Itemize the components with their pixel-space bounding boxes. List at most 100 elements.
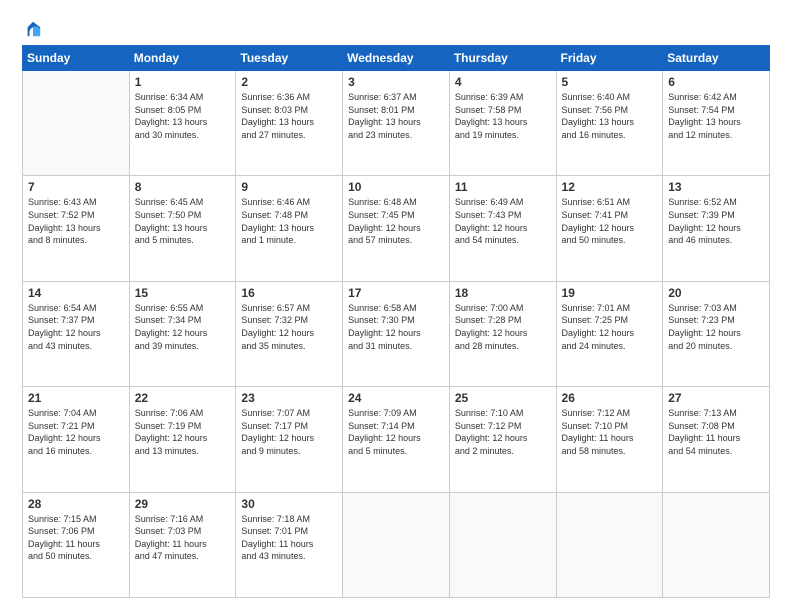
logo [22,18,42,39]
day-number: 30 [241,497,337,511]
day-number: 24 [348,391,444,405]
day-number: 14 [28,286,124,300]
calendar-cell: 22 Sunrise: 7:06 AMSunset: 7:19 PMDayligh… [129,387,236,492]
cell-content: Sunrise: 7:03 AMSunset: 7:23 PMDaylight:… [668,302,764,352]
cell-content: Sunrise: 6:42 AMSunset: 7:54 PMDaylight:… [668,91,764,141]
day-number: 26 [562,391,658,405]
calendar-header-row: SundayMondayTuesdayWednesdayThursdayFrid… [23,46,770,71]
logo-icon [24,20,42,38]
day-number: 27 [668,391,764,405]
logo-text [22,18,42,39]
calendar-cell: 24 Sunrise: 7:09 AMSunset: 7:14 PMDayligh… [343,387,450,492]
cell-content: Sunrise: 6:37 AMSunset: 8:01 PMDaylight:… [348,91,444,141]
calendar-cell [23,71,130,176]
calendar-cell: 9 Sunrise: 6:46 AMSunset: 7:48 PMDaylight… [236,176,343,281]
day-number: 19 [562,286,658,300]
cell-content: Sunrise: 6:51 AMSunset: 7:41 PMDaylight:… [562,196,658,246]
day-number: 4 [455,75,551,89]
calendar-week-row: 14 Sunrise: 6:54 AMSunset: 7:37 PMDayligh… [23,281,770,386]
cell-content: Sunrise: 7:10 AMSunset: 7:12 PMDaylight:… [455,407,551,457]
day-number: 29 [135,497,231,511]
day-number: 16 [241,286,337,300]
day-number: 23 [241,391,337,405]
day-number: 13 [668,180,764,194]
calendar-cell: 29 Sunrise: 7:16 AMSunset: 7:03 PMDayligh… [129,492,236,597]
cell-content: Sunrise: 7:04 AMSunset: 7:21 PMDaylight:… [28,407,124,457]
calendar-cell: 11Sunrise: 6:49 AMSunset: 7:43 PMDayligh… [449,176,556,281]
calendar-cell: 5 Sunrise: 6:40 AMSunset: 7:56 PMDaylight… [556,71,663,176]
calendar-table: SundayMondayTuesdayWednesdayThursdayFrid… [22,45,770,598]
calendar-cell: 7 Sunrise: 6:43 AMSunset: 7:52 PMDaylight… [23,176,130,281]
cell-content: Sunrise: 6:58 AMSunset: 7:30 PMDaylight:… [348,302,444,352]
calendar-week-row: 7 Sunrise: 6:43 AMSunset: 7:52 PMDaylight… [23,176,770,281]
calendar-cell: 28 Sunrise: 7:15 AMSunset: 7:06 PMDayligh… [23,492,130,597]
cell-content: Sunrise: 7:13 AMSunset: 7:08 PMDaylight:… [668,407,764,457]
day-header: Tuesday [236,46,343,71]
day-header: Wednesday [343,46,450,71]
cell-content: Sunrise: 6:34 AMSunset: 8:05 PMDaylight:… [135,91,231,141]
calendar-week-row: 21 Sunrise: 7:04 AMSunset: 7:21 PMDayligh… [23,387,770,492]
calendar-cell: 25 Sunrise: 7:10 AMSunset: 7:12 PMDayligh… [449,387,556,492]
cell-content: Sunrise: 6:48 AMSunset: 7:45 PMDaylight:… [348,196,444,246]
day-number: 6 [668,75,764,89]
calendar-cell: 15 Sunrise: 6:55 AMSunset: 7:34 PMDayligh… [129,281,236,386]
calendar-cell: 6 Sunrise: 6:42 AMSunset: 7:54 PMDaylight… [663,71,770,176]
cell-content: Sunrise: 7:07 AMSunset: 7:17 PMDaylight:… [241,407,337,457]
day-number: 9 [241,180,337,194]
calendar-cell: 12 Sunrise: 6:51 AMSunset: 7:41 PMDayligh… [556,176,663,281]
calendar-cell: 1 Sunrise: 6:34 AMSunset: 8:05 PMDaylight… [129,71,236,176]
calendar-cell: 21 Sunrise: 7:04 AMSunset: 7:21 PMDayligh… [23,387,130,492]
cell-content: Sunrise: 6:57 AMSunset: 7:32 PMDaylight:… [241,302,337,352]
calendar-cell: 8 Sunrise: 6:45 AMSunset: 7:50 PMDaylight… [129,176,236,281]
day-header: Friday [556,46,663,71]
cell-content: Sunrise: 7:09 AMSunset: 7:14 PMDaylight:… [348,407,444,457]
calendar-cell: 26 Sunrise: 7:12 AMSunset: 7:10 PMDayligh… [556,387,663,492]
day-number: 8 [135,180,231,194]
calendar-cell [556,492,663,597]
day-number: 21 [28,391,124,405]
cell-content: Sunrise: 7:00 AMSunset: 7:28 PMDaylight:… [455,302,551,352]
day-header: Sunday [23,46,130,71]
calendar-week-row: 1 Sunrise: 6:34 AMSunset: 8:05 PMDaylight… [23,71,770,176]
cell-content: Sunrise: 7:15 AMSunset: 7:06 PMDaylight:… [28,513,124,563]
calendar-cell: 3Sunrise: 6:37 AMSunset: 8:01 PMDaylight… [343,71,450,176]
calendar-cell [343,492,450,597]
cell-content: Sunrise: 6:55 AMSunset: 7:34 PMDaylight:… [135,302,231,352]
calendar-cell: 18Sunrise: 7:00 AMSunset: 7:28 PMDayligh… [449,281,556,386]
day-header: Thursday [449,46,556,71]
cell-content: Sunrise: 6:46 AMSunset: 7:48 PMDaylight:… [241,196,337,246]
calendar-cell: 27 Sunrise: 7:13 AMSunset: 7:08 PMDayligh… [663,387,770,492]
day-number: 25 [455,391,551,405]
cell-content: Sunrise: 7:12 AMSunset: 7:10 PMDaylight:… [562,407,658,457]
cell-content: Sunrise: 6:43 AMSunset: 7:52 PMDaylight:… [28,196,124,246]
cell-content: Sunrise: 6:54 AMSunset: 7:37 PMDaylight:… [28,302,124,352]
day-number: 10 [348,180,444,194]
cell-content: Sunrise: 6:45 AMSunset: 7:50 PMDaylight:… [135,196,231,246]
cell-content: Sunrise: 6:52 AMSunset: 7:39 PMDaylight:… [668,196,764,246]
calendar-cell: 17Sunrise: 6:58 AMSunset: 7:30 PMDayligh… [343,281,450,386]
cell-content: Sunrise: 6:36 AMSunset: 8:03 PMDaylight:… [241,91,337,141]
day-number: 11 [455,180,551,194]
cell-content: Sunrise: 7:16 AMSunset: 7:03 PMDaylight:… [135,513,231,563]
calendar-cell: 23 Sunrise: 7:07 AMSunset: 7:17 PMDayligh… [236,387,343,492]
cell-content: Sunrise: 6:39 AMSunset: 7:58 PMDaylight:… [455,91,551,141]
day-number: 12 [562,180,658,194]
day-number: 22 [135,391,231,405]
page: SundayMondayTuesdayWednesdayThursdayFrid… [0,0,792,612]
day-number: 7 [28,180,124,194]
calendar-cell: 16 Sunrise: 6:57 AMSunset: 7:32 PMDayligh… [236,281,343,386]
calendar-cell: 14 Sunrise: 6:54 AMSunset: 7:37 PMDayligh… [23,281,130,386]
day-number: 28 [28,497,124,511]
day-number: 5 [562,75,658,89]
day-number: 15 [135,286,231,300]
calendar-cell: 10 Sunrise: 6:48 AMSunset: 7:45 PMDayligh… [343,176,450,281]
day-number: 1 [135,75,231,89]
calendar-cell: 4 Sunrise: 6:39 AMSunset: 7:58 PMDaylight… [449,71,556,176]
header [22,18,770,39]
calendar-cell: 13 Sunrise: 6:52 AMSunset: 7:39 PMDayligh… [663,176,770,281]
calendar-cell: 19Sunrise: 7:01 AMSunset: 7:25 PMDayligh… [556,281,663,386]
cell-content: Sunrise: 7:06 AMSunset: 7:19 PMDaylight:… [135,407,231,457]
cell-content: Sunrise: 6:40 AMSunset: 7:56 PMDaylight:… [562,91,658,141]
calendar-week-row: 28 Sunrise: 7:15 AMSunset: 7:06 PMDayligh… [23,492,770,597]
cell-content: Sunrise: 7:18 AMSunset: 7:01 PMDaylight:… [241,513,337,563]
